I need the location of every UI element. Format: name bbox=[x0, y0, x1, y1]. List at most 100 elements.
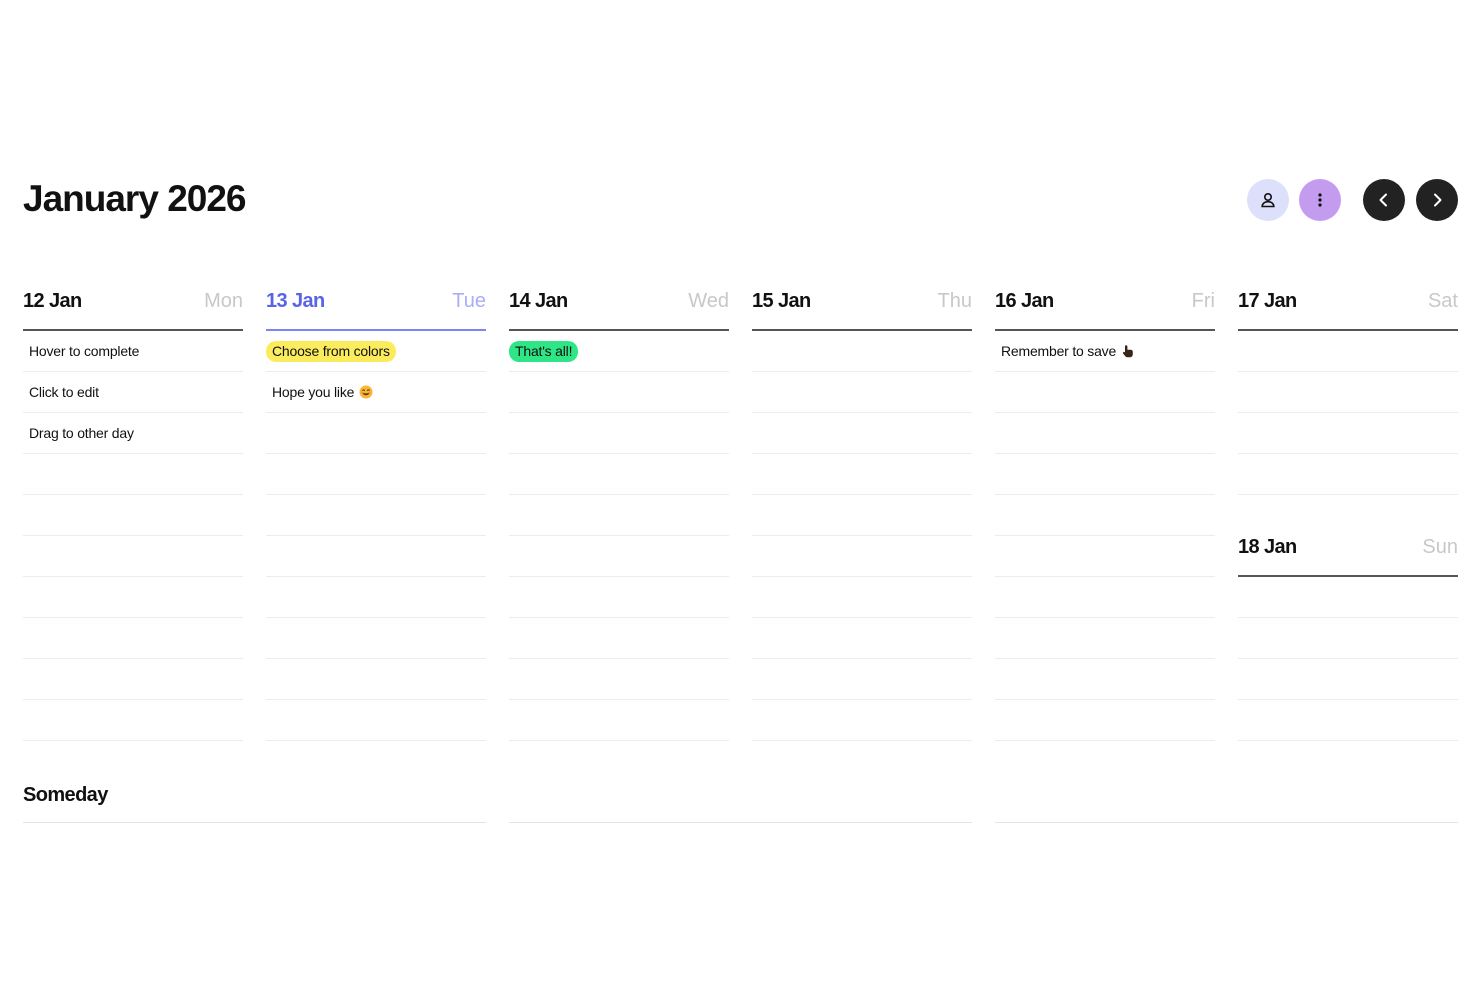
task-slot[interactable] bbox=[995, 618, 1215, 659]
task-slot[interactable]: That's all! bbox=[509, 331, 729, 372]
task-slot[interactable]: Click to edit bbox=[23, 372, 243, 413]
pointing-hand-icon bbox=[1123, 345, 1133, 358]
day-date: 14 Jan bbox=[509, 290, 568, 312]
day-date: 12 Jan bbox=[23, 290, 82, 312]
day-header: 18 Jan Sun bbox=[1238, 534, 1458, 577]
menu-button[interactable] bbox=[1299, 179, 1341, 221]
task-slot[interactable]: Drag to other day bbox=[23, 413, 243, 454]
task-slot[interactable] bbox=[995, 495, 1215, 536]
task-slot[interactable]: Remember to save bbox=[995, 331, 1215, 372]
someday-slot[interactable] bbox=[509, 822, 972, 823]
task-slot[interactable] bbox=[266, 700, 486, 741]
day-date: 13 Jan bbox=[266, 290, 325, 312]
smiling-face-icon bbox=[359, 385, 373, 399]
task-item[interactable]: Drag to other day bbox=[23, 425, 134, 441]
task-slot[interactable] bbox=[23, 659, 243, 700]
chevron-right-icon bbox=[1434, 193, 1442, 207]
day-column-sun: 18 Jan Sun bbox=[1238, 534, 1458, 741]
task-slot[interactable] bbox=[509, 413, 729, 454]
task-slot[interactable] bbox=[23, 700, 243, 741]
task-slot[interactable] bbox=[509, 372, 729, 413]
task-slot[interactable] bbox=[266, 577, 486, 618]
task-item[interactable]: Hover to complete bbox=[23, 343, 139, 359]
task-slot[interactable] bbox=[1238, 372, 1458, 413]
task-slot[interactable] bbox=[266, 495, 486, 536]
task-slot[interactable] bbox=[995, 536, 1215, 577]
task-slot[interactable] bbox=[995, 659, 1215, 700]
day-column-sat: 17 Jan Sat bbox=[1238, 288, 1458, 495]
task-slot[interactable] bbox=[1238, 331, 1458, 372]
task-slot[interactable] bbox=[752, 495, 972, 536]
previous-week-button[interactable] bbox=[1363, 179, 1405, 221]
day-header: 16 Jan Fri bbox=[995, 288, 1215, 331]
day-weekday: Sun bbox=[1422, 536, 1458, 558]
task-slot[interactable] bbox=[1238, 618, 1458, 659]
task-slot[interactable] bbox=[509, 536, 729, 577]
task-slot[interactable] bbox=[266, 413, 486, 454]
day-weekday: Thu bbox=[937, 290, 972, 312]
task-item[interactable]: Choose from colors bbox=[266, 340, 396, 362]
task-slot[interactable] bbox=[266, 454, 486, 495]
task-slot[interactable] bbox=[752, 577, 972, 618]
day-header: 14 Jan Wed bbox=[509, 288, 729, 331]
task-slot[interactable] bbox=[995, 413, 1215, 454]
day-column-mon: 12 Jan Mon Hover to complete Click to ed… bbox=[23, 288, 243, 741]
task-slot[interactable] bbox=[1238, 700, 1458, 741]
task-slot[interactable] bbox=[752, 618, 972, 659]
day-column-wed: 14 Jan Wed That's all! bbox=[509, 288, 729, 741]
task-item[interactable]: That's all! bbox=[509, 340, 579, 362]
someday-slot[interactable] bbox=[23, 822, 486, 823]
task-slot[interactable] bbox=[23, 536, 243, 577]
task-slot[interactable]: Choose from colors bbox=[266, 331, 486, 372]
task-slot[interactable] bbox=[23, 618, 243, 659]
task-slot[interactable] bbox=[995, 577, 1215, 618]
task-slot[interactable] bbox=[509, 618, 729, 659]
task-slot[interactable] bbox=[23, 577, 243, 618]
task-slot[interactable] bbox=[1238, 659, 1458, 700]
page-title: January 2026 bbox=[23, 178, 247, 219]
task-slot[interactable] bbox=[995, 372, 1215, 413]
day-date: 17 Jan bbox=[1238, 290, 1297, 312]
task-slot[interactable] bbox=[509, 577, 729, 618]
task-slot[interactable] bbox=[752, 659, 972, 700]
task-slot[interactable] bbox=[995, 454, 1215, 495]
task-slot[interactable] bbox=[509, 700, 729, 741]
someday-slot[interactable] bbox=[995, 822, 1458, 823]
task-slot[interactable] bbox=[23, 495, 243, 536]
task-slot[interactable] bbox=[752, 700, 972, 741]
task-slot[interactable] bbox=[995, 700, 1215, 741]
day-column-fri: 16 Jan Fri Remember to save bbox=[995, 288, 1215, 741]
day-date: 16 Jan bbox=[995, 290, 1054, 312]
task-slot[interactable]: Hover to complete bbox=[23, 331, 243, 372]
day-header: 13 Jan Tue bbox=[266, 288, 486, 331]
task-slot[interactable] bbox=[1238, 413, 1458, 454]
day-weekday: Fri bbox=[1191, 290, 1215, 312]
task-slot[interactable] bbox=[266, 659, 486, 700]
day-date: 15 Jan bbox=[752, 290, 811, 312]
task-slot[interactable] bbox=[509, 454, 729, 495]
task-slot[interactable] bbox=[752, 454, 972, 495]
task-item[interactable]: Click to edit bbox=[23, 384, 99, 400]
task-slot[interactable] bbox=[752, 536, 972, 577]
task-slot[interactable] bbox=[752, 331, 972, 372]
task-slot[interactable]: Hope you like bbox=[266, 372, 486, 413]
task-slot[interactable] bbox=[509, 495, 729, 536]
someday-title: Someday bbox=[23, 784, 108, 806]
task-slot[interactable] bbox=[752, 413, 972, 454]
task-slot[interactable] bbox=[1238, 577, 1458, 618]
task-slot[interactable] bbox=[23, 454, 243, 495]
task-slot[interactable] bbox=[266, 536, 486, 577]
day-header: 15 Jan Thu bbox=[752, 288, 972, 331]
task-slot[interactable] bbox=[1238, 454, 1458, 495]
next-week-button[interactable] bbox=[1416, 179, 1458, 221]
day-column-tue: 13 Jan Tue Choose from colors Hope you l… bbox=[266, 288, 486, 741]
task-item[interactable]: Remember to save bbox=[995, 343, 1116, 359]
task-slot[interactable] bbox=[752, 372, 972, 413]
account-button[interactable] bbox=[1247, 179, 1289, 221]
chevron-left-icon bbox=[1379, 193, 1387, 207]
day-weekday: Sat bbox=[1427, 290, 1458, 312]
task-slot[interactable] bbox=[509, 659, 729, 700]
task-slot[interactable] bbox=[266, 618, 486, 659]
task-item[interactable]: Hope you like bbox=[266, 384, 354, 400]
more-vertical-icon bbox=[1318, 193, 1322, 207]
